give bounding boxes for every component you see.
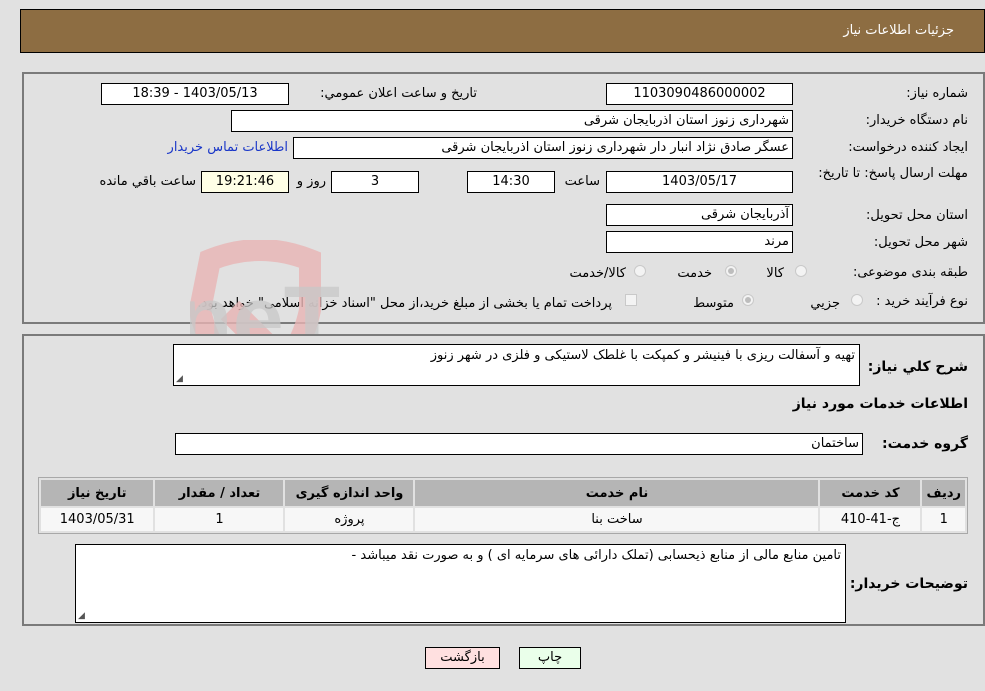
remaining-time-field: 19:21:46 — [201, 171, 289, 193]
category-option-goods: کالا — [766, 266, 784, 281]
buyer-notes-textarea[interactable]: تامین منابع مالی از منابع ذیحسابی (تملک … — [75, 544, 846, 623]
services-table: ردیف کد خدمت نام خدمت واحد اندازه گیری ت… — [38, 477, 968, 534]
service-group-field[interactable]: ساختمان — [175, 433, 863, 455]
deadline-time-field[interactable]: 14:30 — [467, 171, 555, 193]
col-header-need-date: تاریخ نیاز — [41, 480, 154, 506]
process-option-minor: جزیي — [810, 296, 840, 311]
deadline-date-field[interactable]: 1403/05/17 — [606, 171, 793, 193]
buyer-org-field[interactable]: شهرداری زنوز استان اذربایجان شرقی — [231, 110, 793, 132]
delivery-city-label: شهر محل تحویل: — [873, 235, 968, 250]
resize-grip-icon[interactable]: ◢ — [78, 611, 85, 621]
services-heading: اطلاعات خدمات مورد نیاز — [792, 396, 968, 412]
col-header-row-number: ردیف — [922, 480, 965, 506]
cell-service-code: ج-41-410 — [820, 508, 921, 531]
category-radio-goods[interactable] — [795, 265, 807, 277]
remaining-time-label: ساعت باقي مانده — [99, 174, 196, 189]
description-text: تهیه و آسفالت ریزی با فینیشر و کمپکت با … — [430, 348, 855, 363]
announce-datetime-label: تاریخ و ساعت اعلان عمومي: — [320, 86, 477, 101]
deadline-time-label: ساعت — [564, 174, 600, 189]
process-radio-minor[interactable] — [851, 294, 863, 306]
back-button[interactable]: بازگشت — [425, 647, 500, 669]
process-type-label: نوع فرآیند خرید : — [876, 294, 968, 309]
description-label: شرح کلي نیاز: — [867, 359, 968, 375]
requester-label: ایجاد کننده درخواست: — [848, 140, 968, 155]
buyer-notes-text: تامین منابع مالی از منابع ذیحسابی (تملک … — [351, 548, 841, 563]
col-header-service-name: نام خدمت — [415, 480, 819, 506]
deadline-label: مهلت ارسال پاسخ: تا تاریخ: — [818, 166, 968, 181]
remaining-days-field: 3 — [331, 171, 419, 193]
delivery-province-label: استان محل تحویل: — [866, 208, 968, 223]
need-number-label: شماره نیاز: — [906, 86, 968, 101]
category-radio-goods-service[interactable] — [634, 265, 646, 277]
category-option-goods-service: کالا/خدمت — [569, 266, 626, 281]
table-header-row: ردیف کد خدمت نام خدمت واحد اندازه گیری ت… — [41, 480, 965, 506]
buyer-contact-link[interactable]: اطلاعات تماس خریدار — [168, 140, 288, 155]
treasury-note: پرداخت تمام یا بخشی از مبلغ خرید،از محل … — [197, 296, 612, 311]
col-header-unit: واحد اندازه گیری — [285, 480, 414, 506]
delivery-province-field[interactable]: آذربایجان شرقی — [606, 204, 793, 226]
cell-quantity: 1 — [155, 508, 284, 531]
buyer-notes-label: توضیحات خریدار: — [849, 576, 968, 592]
cell-need-date: 1403/05/31 — [41, 508, 154, 531]
delivery-city-field[interactable]: مرند — [606, 231, 793, 253]
category-radio-service[interactable] — [725, 265, 737, 277]
service-group-label: گروه خدمت: — [882, 436, 968, 452]
page-header: جزئیات اطلاعات نیاز — [20, 9, 985, 53]
days-label: روز و — [296, 174, 326, 189]
requester-field[interactable]: عسگر صادق نژاد انبار دار شهرداری زنوز اس… — [293, 137, 793, 159]
cell-unit: پروژه — [285, 508, 414, 531]
category-label: طبقه بندی موضوعی: — [852, 265, 968, 280]
need-number-field[interactable]: 1103090486000002 — [606, 83, 793, 105]
resize-grip-icon[interactable]: ◢ — [176, 374, 183, 384]
col-header-service-code: کد خدمت — [820, 480, 921, 506]
announce-datetime-field[interactable]: 1403/05/13 - 18:39 — [101, 83, 289, 105]
description-textarea[interactable]: تهیه و آسفالت ریزی با فینیشر و کمپکت با … — [173, 344, 860, 386]
treasury-checkbox[interactable] — [625, 294, 637, 306]
page-title: جزئیات اطلاعات نیاز — [843, 23, 954, 38]
process-radio-medium[interactable] — [742, 294, 754, 306]
process-option-medium: متوسط — [693, 296, 734, 311]
print-button[interactable]: چاپ — [519, 647, 581, 669]
col-header-quantity: تعداد / مقدار — [155, 480, 284, 506]
cell-row-number: 1 — [922, 508, 965, 531]
table-row: 1 ج-41-410 ساخت بنا پروژه 1 1403/05/31 — [41, 508, 965, 531]
cell-service-name: ساخت بنا — [415, 508, 819, 531]
buyer-org-label: نام دستگاه خریدار: — [865, 113, 968, 128]
category-option-service: خدمت — [677, 266, 712, 281]
